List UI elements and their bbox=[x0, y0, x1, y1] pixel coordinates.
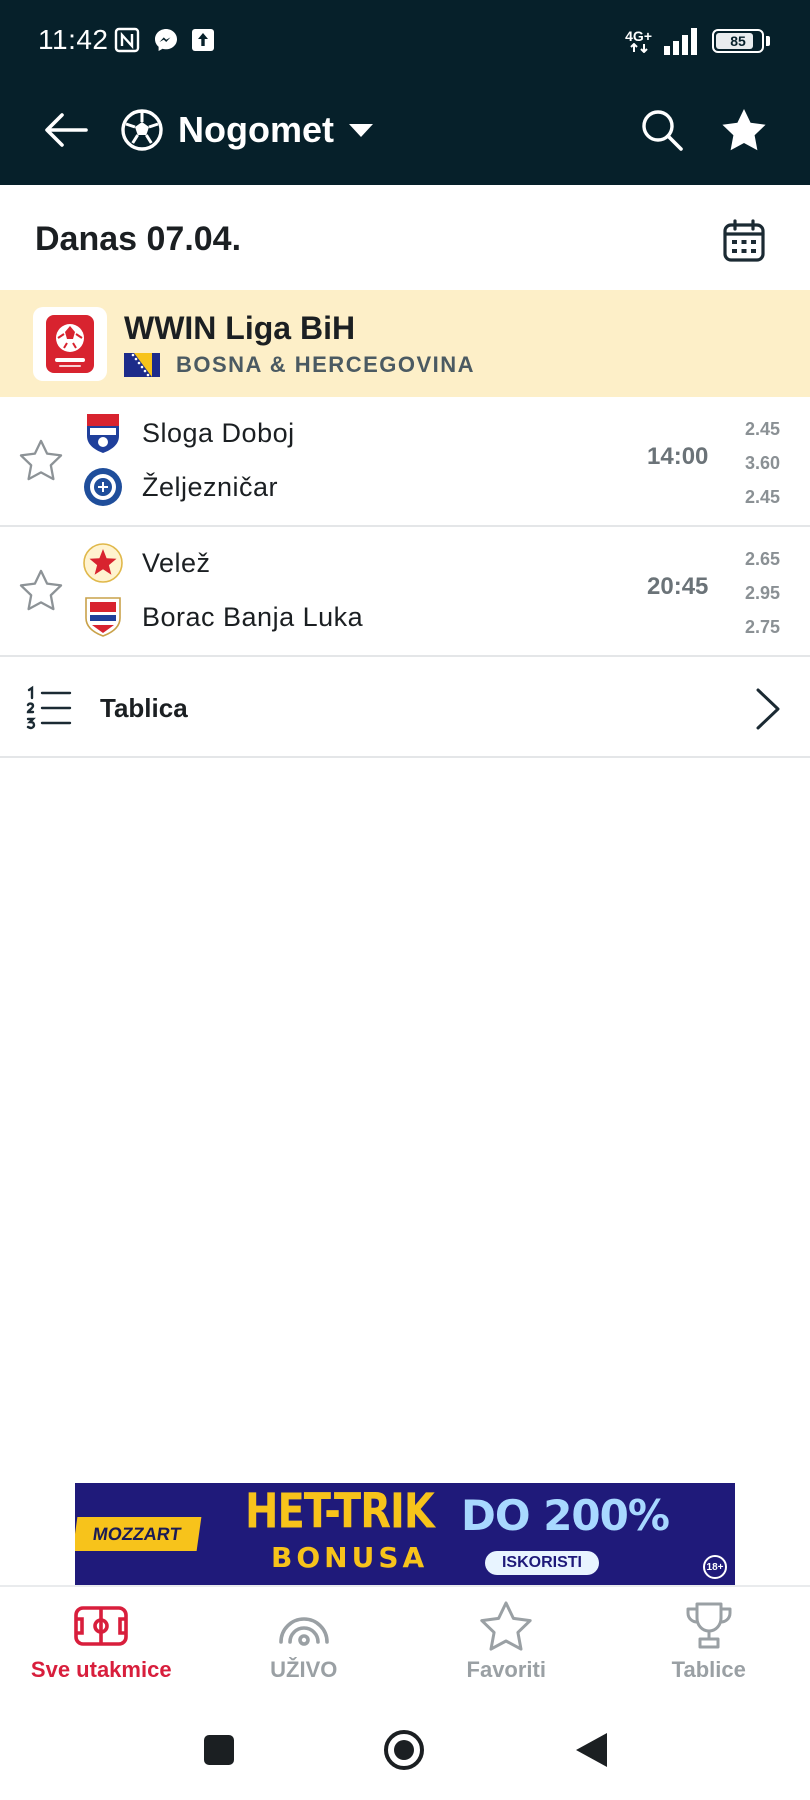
battery-level: 85 bbox=[730, 33, 746, 49]
nav-tables[interactable]: Tablice bbox=[608, 1587, 810, 1697]
caret-down-icon bbox=[349, 124, 373, 137]
sport-selector[interactable]: Nogomet bbox=[120, 102, 374, 158]
home-team: Sloga Doboj bbox=[82, 409, 295, 457]
system-back-button[interactable] bbox=[568, 1727, 614, 1773]
odd-home[interactable]: 2.65 bbox=[745, 542, 780, 576]
bottom-navigation: Sve utakmice UŽIVO Favoriti Tablice bbox=[0, 1585, 810, 1697]
away-team: Željezničar bbox=[82, 463, 278, 511]
network-indicator: 4G+ bbox=[625, 29, 652, 53]
borac-logo bbox=[82, 596, 124, 638]
away-team-name: Željezničar bbox=[142, 471, 279, 502]
nav-all-matches-label: Sve utakmice bbox=[30, 1657, 172, 1682]
odd-draw[interactable]: 3.60 bbox=[745, 446, 780, 480]
odds-column: 2.45 3.60 2.45 bbox=[720, 412, 780, 514]
standings-link[interactable]: Tablica bbox=[0, 657, 810, 758]
match-time: 20:45 bbox=[647, 573, 709, 600]
nfc-icon bbox=[114, 27, 140, 53]
odd-away[interactable]: 2.45 bbox=[745, 480, 780, 514]
date-label: Danas 07.04. bbox=[35, 220, 242, 258]
messenger-icon bbox=[153, 27, 179, 53]
app-bar: Nogomet bbox=[0, 90, 810, 170]
zeljeznicar-logo bbox=[82, 466, 124, 508]
trophy-icon bbox=[681, 1601, 737, 1651]
league-logo bbox=[33, 307, 107, 381]
banner-age-badge: 18+ bbox=[703, 1555, 727, 1579]
banner-subline: BONUSA bbox=[271, 1541, 429, 1574]
home-circle-icon bbox=[384, 1730, 424, 1770]
nav-favorites[interactable]: Favoriti bbox=[405, 1587, 608, 1697]
league-country-name: BOSNA & HERCEGOVINA bbox=[176, 352, 476, 377]
ranked-list-icon bbox=[26, 685, 72, 730]
league-logo-icon bbox=[46, 315, 94, 373]
star-icon bbox=[478, 1601, 534, 1651]
star-outline-icon bbox=[19, 569, 63, 611]
nav-live-label: UŽIVO bbox=[270, 1657, 338, 1682]
sloga-doboj-logo bbox=[82, 412, 124, 454]
banner-headline: HET-TRIK bbox=[245, 1484, 435, 1540]
triangle-back-icon bbox=[576, 1733, 607, 1767]
chevron-right-icon bbox=[756, 688, 780, 730]
match-favorite-button[interactable] bbox=[18, 567, 64, 613]
banner-offer: DO 200% bbox=[461, 1491, 670, 1540]
match-row[interactable]: Sloga Doboj Željezničar 14:00 2.45 3.60 … bbox=[0, 397, 810, 527]
banner-brand: MOZZART bbox=[75, 1517, 202, 1551]
top-bar: 11:42 4G+ 85 Nogomet bbox=[0, 0, 810, 185]
home-team-name: Sloga Doboj bbox=[142, 417, 295, 448]
match-row[interactable]: Velež Borac Banja Luka 20:45 2.65 2.95 2… bbox=[0, 527, 810, 657]
battery-icon: 85 bbox=[712, 29, 764, 53]
velez-logo bbox=[82, 542, 124, 584]
square-icon bbox=[204, 1735, 234, 1765]
network-label: 4G+ bbox=[625, 28, 652, 44]
soccer-ball-icon bbox=[121, 109, 163, 151]
league-name: WWIN Liga BiH bbox=[124, 310, 356, 346]
odds-column: 2.65 2.95 2.75 bbox=[720, 542, 780, 644]
search-button[interactable] bbox=[636, 104, 688, 156]
calendar-button[interactable] bbox=[718, 215, 770, 267]
favorites-button[interactable] bbox=[718, 104, 770, 156]
home-button[interactable] bbox=[381, 1727, 427, 1773]
calendar-icon bbox=[723, 219, 765, 262]
back-button[interactable] bbox=[40, 104, 92, 156]
promo-banner[interactable]: MOZZART HET-TRIK BONUSA DO 200% ISKORIST… bbox=[75, 1483, 735, 1585]
nav-all-matches[interactable]: Sve utakmice bbox=[0, 1587, 203, 1697]
star-filled-icon bbox=[722, 109, 766, 151]
star-outline-icon bbox=[19, 439, 63, 481]
nav-live[interactable]: UŽIVO bbox=[203, 1587, 406, 1697]
status-bar: 11:42 4G+ 85 bbox=[0, 0, 810, 80]
sport-title: Nogomet bbox=[178, 109, 334, 150]
nav-favorites-label: Favoriti bbox=[466, 1657, 546, 1682]
nav-tables-label: Tablice bbox=[671, 1657, 746, 1682]
pitch-icon bbox=[73, 1601, 129, 1651]
odd-draw[interactable]: 2.95 bbox=[745, 576, 780, 610]
bosnia-flag-icon bbox=[124, 353, 160, 377]
status-time: 11:42 bbox=[38, 24, 109, 55]
odd-away[interactable]: 2.75 bbox=[745, 610, 780, 644]
battery-cap bbox=[766, 36, 770, 46]
match-favorite-button[interactable] bbox=[18, 437, 64, 483]
league-country: BOSNA & HERCEGOVINA bbox=[124, 352, 475, 378]
banner-cta-button[interactable]: ISKORISTI bbox=[485, 1551, 599, 1575]
search-icon bbox=[642, 110, 683, 151]
upload-icon bbox=[190, 27, 216, 53]
live-signal-icon bbox=[276, 1601, 332, 1651]
data-arrows-icon bbox=[629, 43, 648, 53]
system-navigation bbox=[0, 1697, 810, 1800]
away-team: Borac Banja Luka bbox=[82, 593, 363, 641]
home-team: Velež bbox=[82, 539, 211, 587]
standings-label: Tablica bbox=[100, 693, 188, 723]
date-row: Danas 07.04. bbox=[0, 185, 810, 290]
status-right: 4G+ 85 bbox=[625, 24, 770, 58]
back-arrow-icon bbox=[45, 113, 88, 147]
home-team-name: Velež bbox=[142, 547, 211, 578]
odd-home[interactable]: 2.45 bbox=[745, 412, 780, 446]
signal-strength-icon bbox=[664, 28, 697, 55]
match-time: 14:00 bbox=[647, 443, 709, 470]
league-header[interactable]: WWIN Liga BiH BOSNA & HERCEGOVINA bbox=[0, 290, 810, 397]
away-team-name: Borac Banja Luka bbox=[142, 601, 364, 632]
recent-apps-button[interactable] bbox=[196, 1727, 242, 1773]
